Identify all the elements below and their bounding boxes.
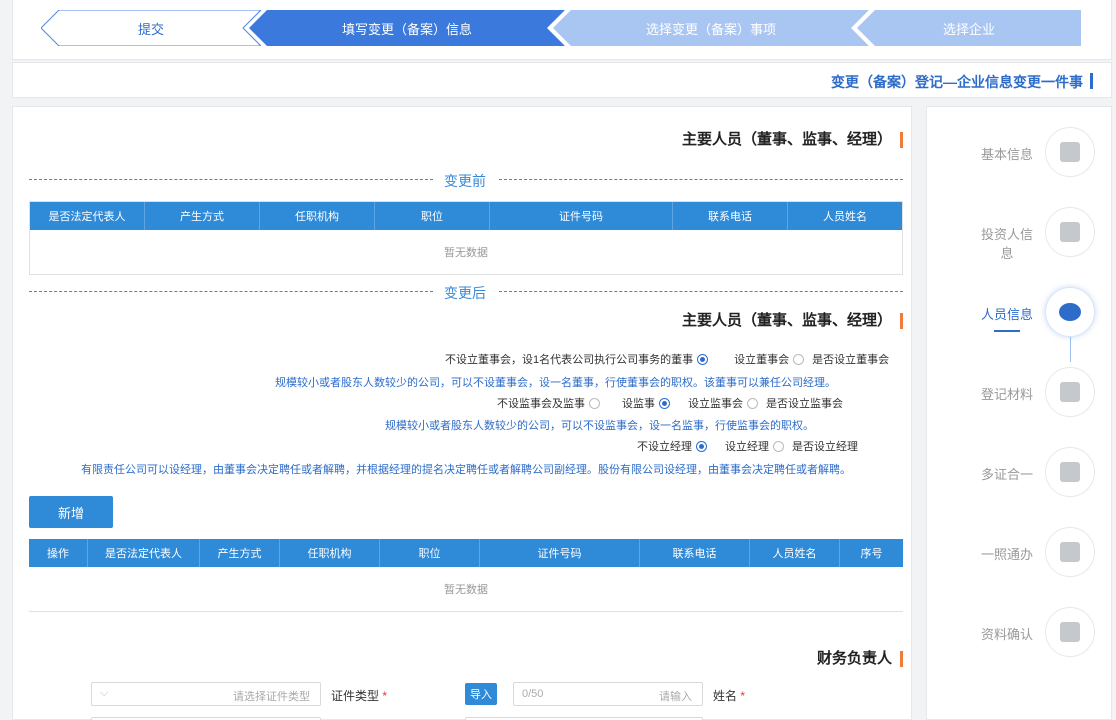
step-fill-info: 填写变更（备案）信息 [249,10,565,46]
board-option-row: 不设立董事会，设1名代表公司执行公司事务的董事 设立董事会 是否设立董事会 [445,353,890,366]
nav-item-registration-materials[interactable]: 登记材料 [927,365,1113,421]
table-after-header: 操作 是否法定代表人 产生方式 任职机构 职位 证件号码 联系电话 人员姓名 序… [29,539,903,567]
radio-supervisor-board[interactable] [747,397,758,409]
tip-board: 规模较小或者股东人数较少的公司，可以不设董事会，设一名董事，行使董事会的职权。该… [275,377,836,389]
radio-supervisor-single[interactable] [659,397,670,409]
step-submit: 提交 [41,10,261,46]
table-before-header: 是否法定代表人 产生方式 任职机构 职位 证件号码 联系电话 人员姓名 [30,202,902,230]
tip-supervisor: 规模较小或者股东人数较少的公司，可以不设监事会，设一名监事，行使监事会的职权。 [385,420,814,432]
name-input[interactable]: 0/50 请输入 [513,682,703,706]
file-check-icon [1045,607,1095,657]
nav-item-multi-cert[interactable]: 多证合一 [927,445,1113,501]
section-title-personnel-after: 主要人员（董事、监事、经理） [682,313,903,329]
nav-item-personnel-info[interactable]: 人员信息 [927,285,1113,341]
import-button[interactable]: 导入 [465,683,497,705]
table-after: 操作 是否法定代表人 产生方式 任职机构 职位 证件号码 联系电话 人员姓名 序… [29,539,903,612]
radio-board-no[interactable] [697,353,709,365]
radio-manager-no[interactable] [696,440,707,452]
nav-item-data-confirm[interactable]: 资料确认 [927,605,1113,661]
nav-item-basic-info[interactable]: 基本信息 [927,125,1113,181]
main-form-panel: 主要人员（董事、监事、经理） 变更前 是否法定代表人 产生方式 任职机构 职位 … [12,106,912,720]
nav-item-one-license[interactable]: 一照通办 [927,525,1113,581]
document-icon [1045,127,1095,177]
radio-manager-yes[interactable] [773,440,784,452]
step-select-items: 选择变更（备案）事项 [553,10,869,46]
radio-board-yes[interactable] [793,353,805,365]
divider-before: 变更前 [29,171,903,189]
table-before: 是否法定代表人 产生方式 任职机构 职位 证件号码 联系电话 人员姓名 暂无数据 [29,201,903,275]
radio-supervisor-none[interactable] [589,397,600,409]
license-icon [1045,527,1095,577]
section-title-personnel: 主要人员（董事、监事、经理） [682,132,903,148]
table-after-empty: 暂无数据 [444,584,488,596]
nav-item-investor-info[interactable]: 投资人信息 [927,205,1113,261]
id-type-select[interactable]: ⌵ 请选择证件类型 [91,682,321,706]
manager-option-row: 不设立经理 设立经理 是否设立经理 [637,440,858,453]
investor-icon [1045,207,1095,257]
chevron-down-icon: ⌵ [100,687,109,699]
tip-manager: 有限责任公司可以设经理，由董事会决定聘任或者解聘，并根据经理的提名决定聘任或者解… [81,464,851,476]
supervisor-option-row: 不设监事会及监事 设监事 设立监事会 是否设立监事会 [497,397,843,410]
step-progress-bar: 提交 填写变更（备案）信息 选择变更（备案）事项 选择企业 [12,0,1112,60]
name-label: 姓名 * [713,689,746,703]
add-person-button[interactable]: 新增 [29,496,113,528]
id-type-label: 证件类型 * [331,689,388,703]
certificate-icon [1045,447,1095,497]
step-select-company: 选择企业 [857,10,1081,46]
active-underline [994,330,1020,332]
side-nav: 基本信息 投资人信息 人员信息 登记材料 多证合一 一照通办 资料确认 [926,106,1112,720]
shield-icon [1045,367,1095,417]
divider-after: 变更后 [29,283,903,301]
title-accent [1090,73,1093,89]
section-title-finance: 财务负责人 [817,651,903,667]
people-icon [1045,287,1095,337]
page-title-bar: 变更（备案）登记—企业信息变更一件事 [12,62,1112,98]
table-before-empty: 暂无数据 [444,247,488,259]
page-title: 变更（备案）登记—企业信息变更一件事 [831,74,1083,90]
